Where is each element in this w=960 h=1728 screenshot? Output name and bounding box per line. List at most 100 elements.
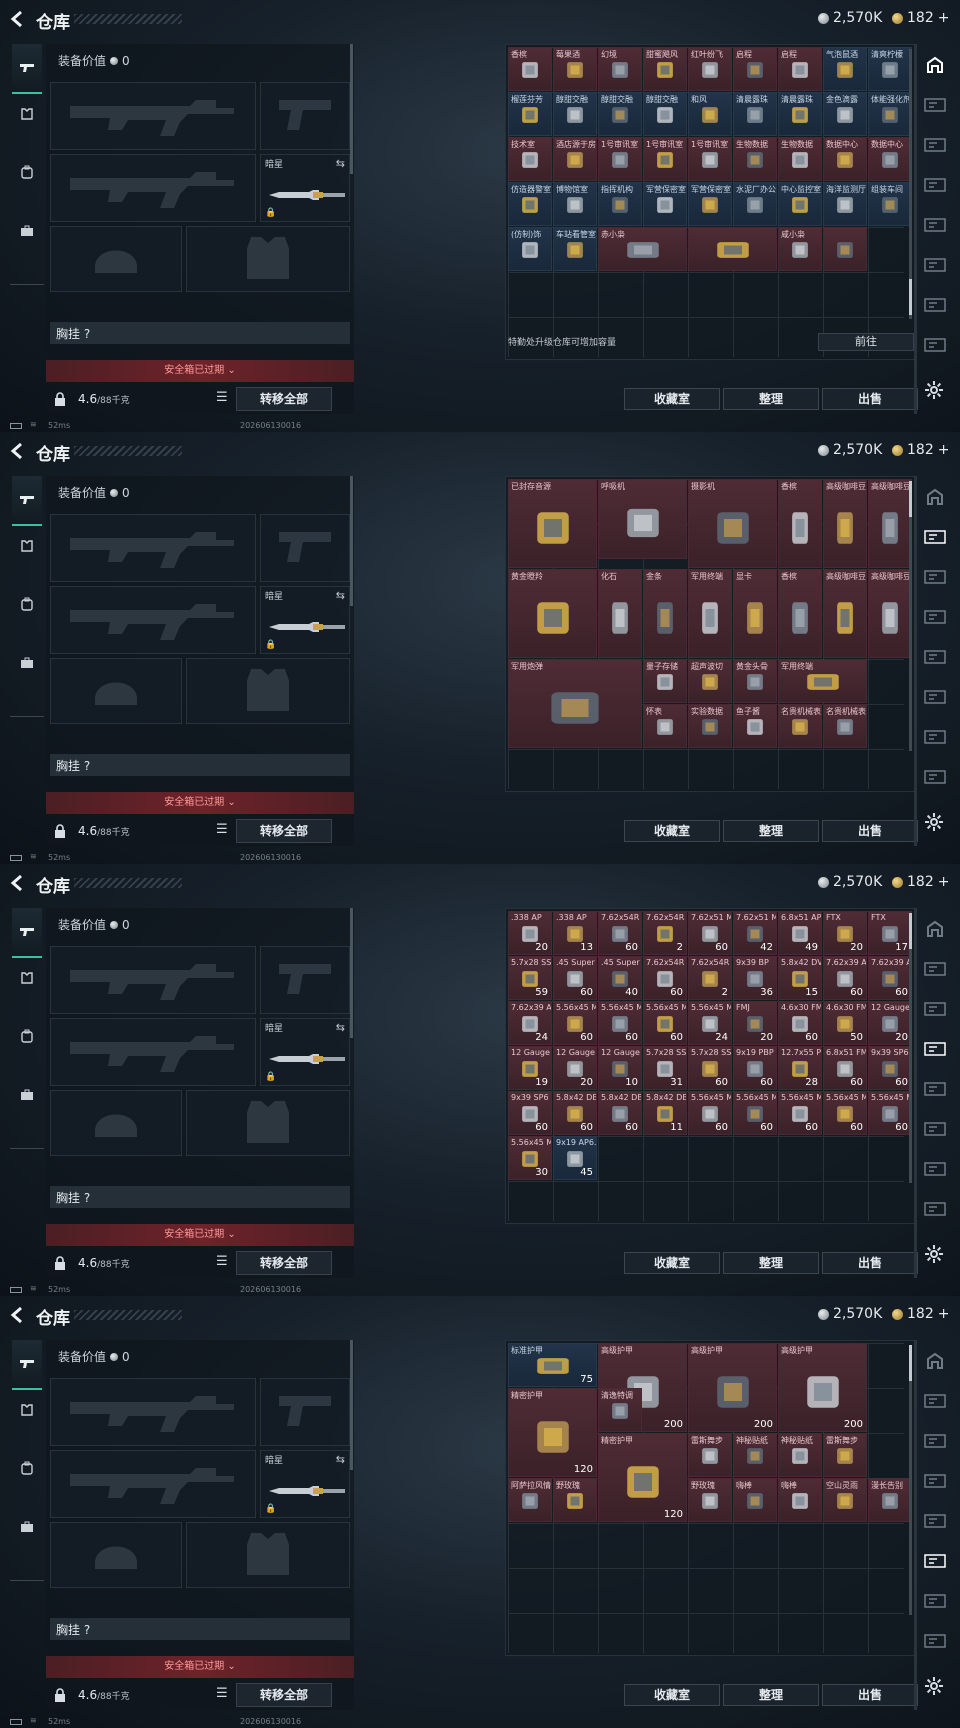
stash-item[interactable]: 量子存储 bbox=[643, 659, 687, 703]
organize-button[interactable]: 整理 bbox=[723, 388, 819, 410]
add-gold-button[interactable]: + bbox=[938, 874, 950, 890]
collection-room-button[interactable]: 收藏室 bbox=[624, 388, 720, 410]
stash-item[interactable]: 5.56x45 M995 60 bbox=[553, 1001, 597, 1045]
stash-scrollbar[interactable] bbox=[909, 1345, 912, 1615]
stash-item[interactable]: 呼吸机 bbox=[598, 479, 687, 559]
rail-tab-briefcase[interactable] bbox=[12, 1080, 42, 1110]
list-icon[interactable]: ☰ bbox=[216, 390, 234, 408]
sell-button[interactable]: 出售 bbox=[822, 1252, 918, 1274]
stash-item[interactable]: 7.62x39 AP 24 bbox=[508, 1001, 552, 1045]
stash-item[interactable]: 鱼子酱 bbox=[733, 704, 777, 748]
stash-item[interactable]: 5.56x45 M855A1 60 bbox=[688, 1091, 732, 1135]
stash-item[interactable]: 体能强化剂 bbox=[868, 92, 912, 136]
stash-item[interactable]: 7.62x39 AP 60 bbox=[868, 956, 912, 1000]
stash-item[interactable]: 清晨露珠 bbox=[778, 92, 822, 136]
gold-balance[interactable]: 182 + bbox=[892, 10, 949, 26]
organize-button[interactable]: 整理 bbox=[723, 820, 819, 842]
rail-tab-armor[interactable] bbox=[12, 1396, 42, 1426]
primary-weapon-slot[interactable] bbox=[50, 514, 256, 582]
transfer-all-button[interactable]: 转移全部 bbox=[236, 387, 332, 411]
body-armor-slot[interactable] bbox=[186, 658, 350, 724]
stash-item[interactable]: 军营保密室 bbox=[643, 182, 687, 226]
stash-item[interactable]: 醇甜交融 bbox=[598, 92, 642, 136]
category-tab[interactable] bbox=[923, 336, 947, 358]
stash-item[interactable]: 怀表 bbox=[643, 704, 687, 748]
stash-item[interactable]: 咸小枭 bbox=[778, 227, 822, 271]
stash-item[interactable]: 5.7x28 SS190 59 bbox=[508, 956, 552, 1000]
stash-item[interactable]: 黄金瞪羚 bbox=[508, 569, 597, 658]
helmet-slot[interactable] bbox=[50, 1090, 182, 1156]
stash-item[interactable]: 5.56x45 M855A1 60 bbox=[778, 1091, 822, 1135]
swap-icon[interactable]: ⇆ bbox=[336, 1453, 345, 1466]
swap-icon[interactable]: ⇆ bbox=[336, 157, 345, 170]
secondary-weapon-slot[interactable] bbox=[50, 586, 256, 654]
sell-button[interactable]: 出售 bbox=[822, 388, 918, 410]
primary-weapon-slot[interactable] bbox=[50, 82, 256, 150]
list-icon[interactable]: ☰ bbox=[216, 822, 234, 840]
category-tab[interactable] bbox=[923, 648, 947, 670]
collection-room-button[interactable]: 收藏室 bbox=[624, 1684, 720, 1706]
body-armor-slot[interactable] bbox=[186, 1090, 350, 1156]
stash-item[interactable]: 9x39 SP6 60 bbox=[868, 1046, 912, 1090]
gold-balance[interactable]: 182 + bbox=[892, 1306, 949, 1322]
stash-item[interactable]: .338 AP 20 bbox=[508, 911, 552, 955]
stash-item[interactable]: 5.56x45 M855A1 30 bbox=[508, 1136, 552, 1180]
category-tab[interactable] bbox=[923, 688, 947, 710]
stash-item[interactable]: 启程 bbox=[778, 47, 822, 91]
category-tab[interactable] bbox=[923, 1392, 947, 1414]
stash-item[interactable]: 香槟 bbox=[508, 47, 552, 91]
stash-item[interactable]: FTX 17 bbox=[868, 911, 912, 955]
stash-item[interactable]: .45 Super 40 bbox=[598, 956, 642, 1000]
stash-item[interactable]: 金条 bbox=[643, 569, 687, 658]
primary-weapon-slot[interactable] bbox=[50, 946, 256, 1014]
stash-item[interactable]: 5.8x42 DVC12 15 bbox=[778, 956, 822, 1000]
stash-item[interactable]: 12 Gauge 19 bbox=[508, 1046, 552, 1090]
stash-scrollbar[interactable] bbox=[909, 913, 912, 1183]
stash-item[interactable]: 标准护甲 75 bbox=[508, 1343, 597, 1387]
stash-item[interactable]: 数据中心 bbox=[823, 137, 867, 181]
stash-item[interactable]: 酒店源于房 bbox=[553, 137, 597, 181]
chest-rig-slot[interactable]: 胸挂 ? bbox=[50, 754, 350, 776]
rail-tab-briefcase[interactable] bbox=[12, 648, 42, 678]
silver-balance[interactable]: 2,570K bbox=[818, 874, 882, 890]
rail-tab-weapon[interactable] bbox=[12, 908, 42, 958]
stash-item[interactable]: 甜蜜飓风 bbox=[643, 47, 687, 91]
stash-item[interactable]: 5.7x28 SS190 60 bbox=[688, 1046, 732, 1090]
category-tab[interactable] bbox=[923, 56, 947, 78]
settings-button[interactable] bbox=[924, 1676, 946, 1698]
category-tab[interactable] bbox=[923, 1592, 947, 1614]
stash-item[interactable]: 组装车间 bbox=[868, 182, 912, 226]
stash-item[interactable]: 指挥机构 bbox=[598, 182, 642, 226]
rail-tab-backpack[interactable] bbox=[12, 590, 42, 620]
stash-item[interactable]: 海洋监测厅 bbox=[823, 182, 867, 226]
stash-item[interactable]: 空山灵雨 bbox=[823, 1478, 867, 1522]
category-tab[interactable] bbox=[923, 96, 947, 118]
stash-item[interactable]: 车站看管室 bbox=[553, 227, 597, 271]
stash-item[interactable]: 生物数据 bbox=[733, 137, 777, 181]
pistol-slot[interactable] bbox=[260, 1378, 350, 1446]
body-armor-slot[interactable] bbox=[186, 226, 350, 292]
organize-button[interactable]: 整理 bbox=[723, 1684, 819, 1706]
rail-tab-backpack[interactable] bbox=[12, 1454, 42, 1484]
stash-item[interactable]: 4.6x30 FMJ SX 50 bbox=[823, 1001, 867, 1045]
rail-tab-weapon[interactable] bbox=[12, 1340, 42, 1390]
stash-item[interactable]: 7.62x51 M61 42 bbox=[733, 911, 777, 955]
equipment-scrollbar[interactable] bbox=[350, 908, 353, 1038]
category-tab[interactable] bbox=[923, 768, 947, 790]
safe-box-expired-banner[interactable]: 安全箱已过期 ⌄ bbox=[46, 792, 354, 814]
safe-box-expired-banner[interactable]: 安全箱已过期 ⌄ bbox=[46, 1656, 354, 1678]
rail-tab-armor[interactable] bbox=[12, 532, 42, 562]
stash-scroll-thumb[interactable] bbox=[909, 481, 912, 517]
rail-tab-armor[interactable] bbox=[12, 964, 42, 994]
category-tab[interactable] bbox=[923, 528, 947, 550]
stash-scroll-thumb[interactable] bbox=[909, 279, 912, 315]
category-tab[interactable] bbox=[923, 1432, 947, 1454]
stash-item[interactable]: 名贵机械表 bbox=[823, 704, 867, 748]
rail-tab-armor[interactable] bbox=[12, 100, 42, 130]
stash-item[interactable]: 6.8x51 FMJ 60 bbox=[823, 1046, 867, 1090]
stash-item[interactable]: 7.62x51 M61 60 bbox=[688, 911, 732, 955]
stash-scroll-thumb[interactable] bbox=[909, 1345, 912, 1381]
category-tab[interactable] bbox=[923, 1352, 947, 1374]
gold-balance[interactable]: 182 + bbox=[892, 874, 949, 890]
silver-balance[interactable]: 2,570K bbox=[818, 10, 882, 26]
